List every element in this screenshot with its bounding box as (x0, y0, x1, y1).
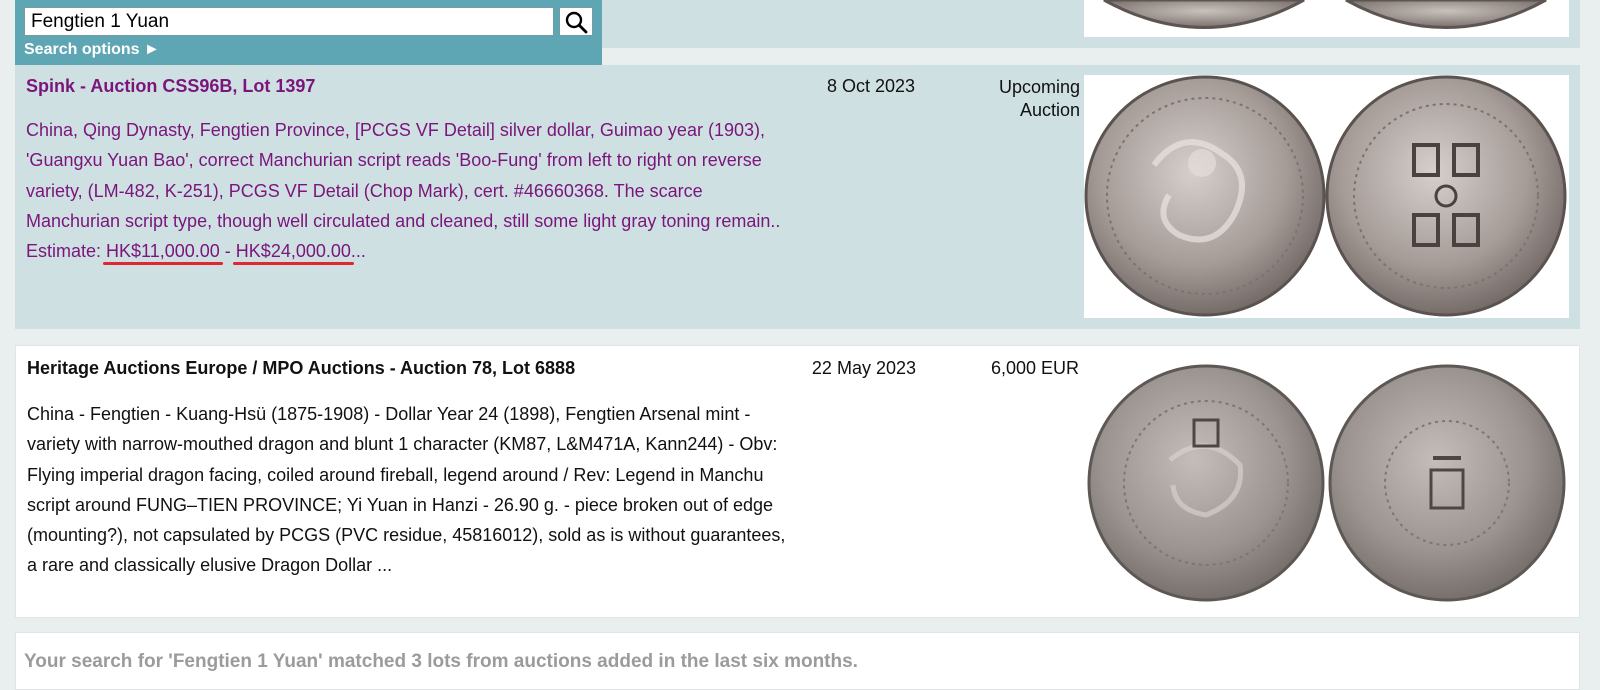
lot-row: Spink - Auction CSS96B, Lot 1397 China, … (15, 65, 1580, 329)
lot-description-text: China, Qing Dynasty, Fengtien Province, … (26, 120, 781, 262)
search-panel: Search options ► (15, 0, 602, 71)
lot-title-link[interactable]: Spink - Auction CSS96B, Lot 1397 (26, 76, 315, 97)
lot-description[interactable]: China - Fengtien - Kuang-Hsü (1875-1908)… (27, 399, 787, 581)
search-summary-text: Your search for 'Fengtien 1 Yuan' matche… (24, 651, 858, 672)
description-ellipsis: ... (350, 241, 366, 262)
lot-coin-images[interactable] (1085, 350, 1570, 614)
coin-obverse-dragon (1084, 75, 1326, 317)
lot-title-link[interactable]: Heritage Auctions Europe / MPO Auctions … (27, 358, 575, 379)
search-options-toggle[interactable]: Search options ► (24, 41, 160, 59)
search-summary-box: Your search for 'Fengtien 1 Yuan' matche… (15, 632, 1580, 690)
lot-date: 22 May 2023 (811, 358, 916, 378)
lot-row: Heritage Auctions Europe / MPO Auctions … (15, 345, 1580, 618)
search-button[interactable] (559, 7, 593, 36)
lot-price: 6,000 EUR (990, 358, 1079, 378)
search-icon (565, 11, 588, 33)
previous-lot-coin-images[interactable] (1084, 0, 1569, 37)
lot-date: 8 Oct 2023 (826, 76, 915, 96)
lot-status-line2: Auction (1019, 100, 1080, 120)
estimate-high: HK$24,000.00 (235, 241, 351, 262)
lot-description[interactable]: China, Qing Dynasty, Fengtien Province, … (26, 115, 786, 266)
coin-obverse-partial (1103, 0, 1305, 29)
search-input[interactable] (24, 7, 554, 36)
estimate-separator: - (219, 241, 236, 262)
lot-status-line1: Upcoming (998, 77, 1080, 97)
coin-reverse-characters (1325, 75, 1567, 317)
coin-reverse-partial (1345, 0, 1547, 29)
estimate-low: HK$11,000.00 (106, 241, 220, 262)
coin-reverse-characters (1328, 364, 1566, 602)
lot-coin-images[interactable] (1084, 75, 1569, 318)
lot-status: Upcoming Auction (950, 76, 1080, 122)
coin-obverse-characters (1087, 364, 1325, 602)
